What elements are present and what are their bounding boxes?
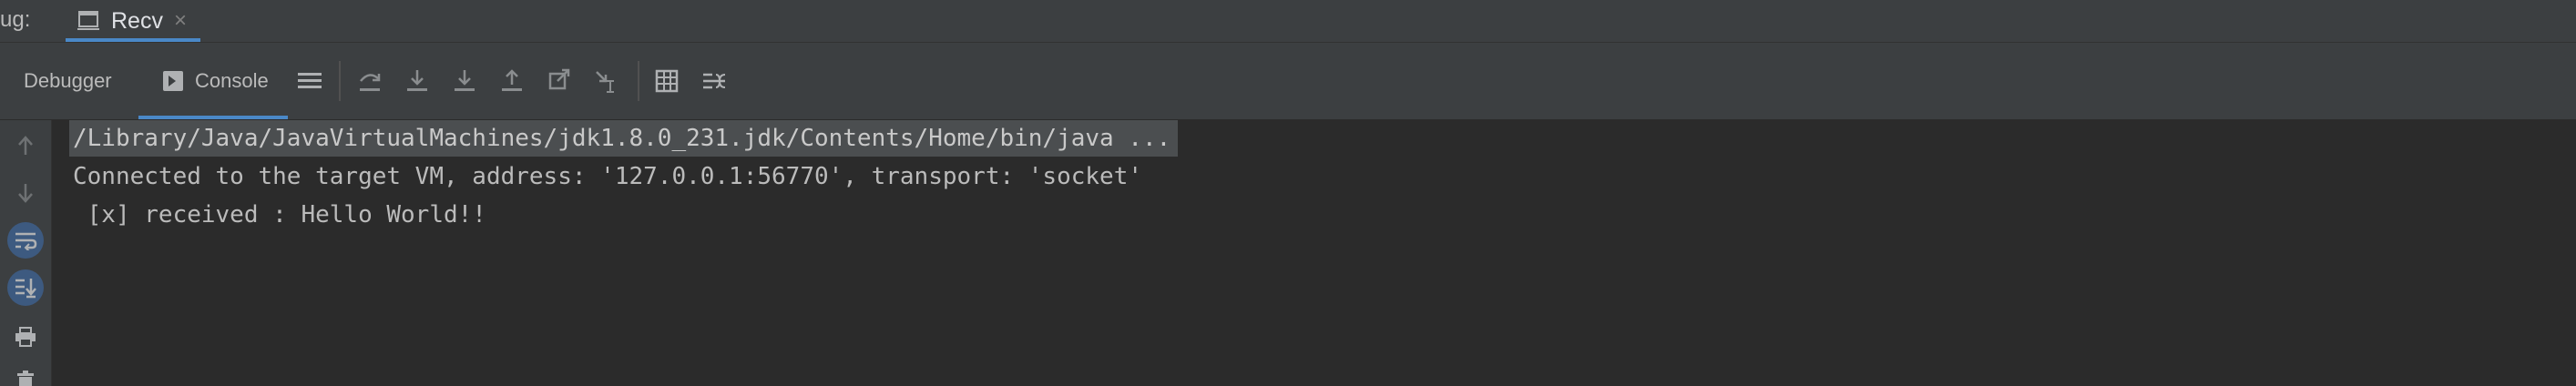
run-config-tab-recv[interactable]: Recv × — [66, 0, 200, 42]
step-out-icon[interactable] — [497, 66, 526, 96]
console-icon — [162, 70, 184, 92]
console-command-line[interactable]: /Library/Java/JavaVirtualMachines/jdk1.8… — [69, 120, 1179, 157]
tab-console-label: Console — [195, 69, 269, 92]
trash-icon[interactable] — [7, 362, 44, 386]
run-tab-title: Recv — [111, 7, 163, 34]
tool-window-title: ug: — [0, 7, 31, 32]
toolbar-separator — [638, 61, 639, 101]
console-output-line: Connected to the target VM, address: '12… — [73, 163, 1142, 190]
close-icon[interactable]: × — [174, 8, 187, 34]
soft-wrap-icon[interactable] — [7, 222, 44, 259]
drop-frame-icon[interactable] — [545, 66, 574, 96]
force-step-into-icon[interactable] — [450, 66, 479, 96]
toolbar-separator — [339, 61, 341, 101]
active-tab-indicator — [138, 116, 288, 119]
run-to-cursor-icon[interactable] — [592, 66, 621, 96]
scroll-to-end-icon[interactable] — [7, 269, 44, 306]
run-window-icon — [75, 7, 102, 35]
console-output-line: [x] received : Hello World!! — [73, 201, 486, 229]
step-over-icon[interactable] — [355, 66, 384, 96]
console-output[interactable]: /Library/Java/JavaVirtualMachines/jdk1.8… — [69, 120, 2569, 386]
debugger-toolbar: Debugger Console — [0, 43, 2576, 120]
debug-tab-bar: ug: Recv × — [0, 0, 2576, 43]
debug-tool-window: ug: Recv × Debugger Console /Library/Jav… — [0, 0, 2576, 386]
down-arrow-icon[interactable] — [7, 175, 44, 211]
print-icon[interactable] — [7, 319, 44, 355]
trace-current-stream-icon[interactable] — [700, 66, 729, 96]
tab-console[interactable]: Console — [140, 43, 288, 119]
console-side-toolbar — [0, 120, 52, 386]
active-tab-indicator — [66, 38, 200, 42]
evaluate-expression-icon[interactable] — [652, 66, 681, 96]
layout-list-icon[interactable] — [295, 66, 324, 96]
up-arrow-icon[interactable] — [7, 127, 44, 164]
tab-debugger-label: Debugger — [24, 69, 112, 92]
tab-debugger[interactable]: Debugger — [24, 43, 112, 119]
step-into-icon[interactable] — [403, 66, 432, 96]
